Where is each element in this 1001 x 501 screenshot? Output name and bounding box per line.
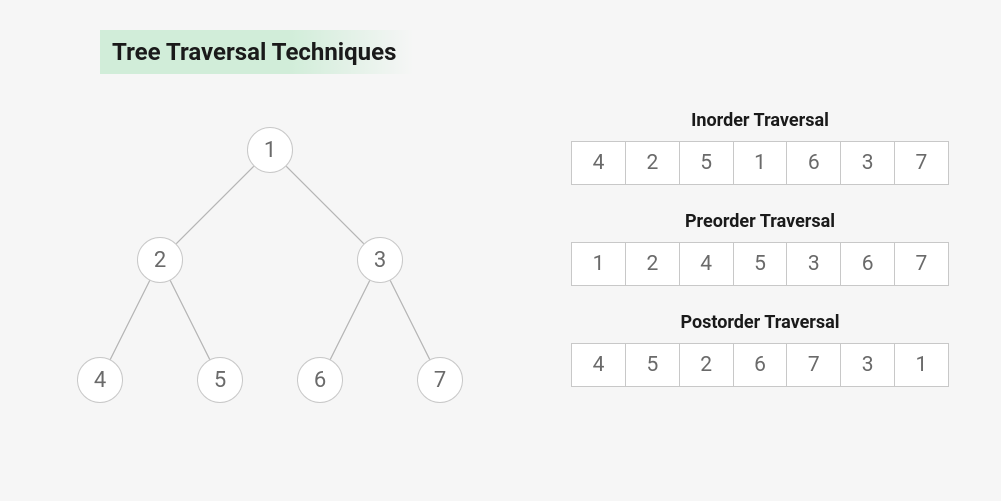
- page-title: Tree Traversal Techniques: [112, 38, 396, 66]
- tree-edge: [390, 281, 429, 360]
- traversal-block: Postorder Traversal 4526731: [550, 312, 970, 387]
- traversal-cell: 1: [894, 343, 949, 387]
- traversal-cell: 6: [840, 242, 895, 286]
- traversal-cell: 3: [840, 343, 895, 387]
- traversal-cell: 1: [733, 141, 788, 185]
- tree-node: 7: [417, 357, 463, 403]
- traversal-title: Inorder Traversal: [550, 110, 970, 131]
- traversal-cell: 7: [894, 242, 949, 286]
- traversal-cell: 5: [679, 141, 734, 185]
- tree-edge: [330, 281, 369, 360]
- tree-node: 6: [297, 357, 343, 403]
- traversal-row: 4526731: [550, 343, 970, 387]
- traversal-cell: 4: [571, 343, 626, 387]
- traversal-block: Inorder Traversal 4251637: [550, 110, 970, 185]
- traversal-title: Preorder Traversal: [550, 211, 970, 232]
- tree-edge: [170, 281, 209, 360]
- tree-edge: [110, 281, 149, 360]
- traversal-row: 4251637: [550, 141, 970, 185]
- tree-node: 2: [137, 237, 183, 283]
- tree-diagram: 1 2 3 4 5 6 7: [40, 120, 480, 440]
- traversal-list: Inorder Traversal4251637Preorder Travers…: [550, 110, 970, 413]
- tree-node: 1: [247, 127, 293, 173]
- traversal-cell: 3: [786, 242, 841, 286]
- page-title-wrap: Tree Traversal Techniques: [100, 30, 414, 74]
- tree-node: 5: [197, 357, 243, 403]
- traversal-cell: 3: [840, 141, 895, 185]
- traversal-block: Preorder Traversal 1245367: [550, 211, 970, 286]
- traversal-cell: 4: [679, 242, 734, 286]
- traversal-cell: 5: [625, 343, 680, 387]
- traversal-cell: 7: [786, 343, 841, 387]
- tree-edge: [286, 166, 363, 243]
- tree-edge: [176, 166, 253, 243]
- tree-node: 3: [357, 237, 403, 283]
- traversal-cell: 6: [733, 343, 788, 387]
- traversal-title: Postorder Traversal: [550, 312, 970, 333]
- traversal-cell: 4: [571, 141, 626, 185]
- traversal-cell: 1: [571, 242, 626, 286]
- traversal-cell: 2: [625, 141, 680, 185]
- traversal-row: 1245367: [550, 242, 970, 286]
- traversal-cell: 5: [733, 242, 788, 286]
- traversal-cell: 2: [625, 242, 680, 286]
- traversal-cell: 2: [679, 343, 734, 387]
- tree-node: 4: [77, 357, 123, 403]
- traversal-cell: 6: [786, 141, 841, 185]
- traversal-cell: 7: [894, 141, 949, 185]
